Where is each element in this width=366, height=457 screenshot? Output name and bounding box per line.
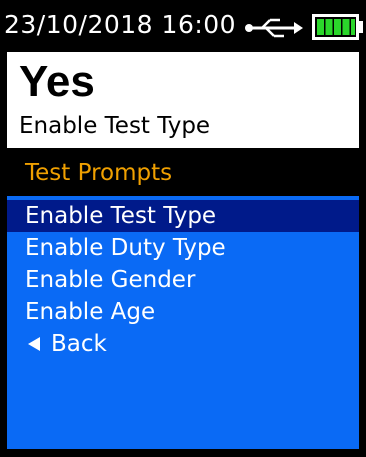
menu-item-label: Enable Test Type: [25, 203, 217, 229]
device-screen: 23/10/2018 16:00 Yes Enable Test Type Te…: [0, 0, 366, 457]
status-bar: 23/10/2018 16:00: [0, 0, 366, 52]
triangle-left-icon: [28, 337, 40, 351]
setting-name: Enable Test Type: [19, 113, 211, 139]
menu-item-enable-duty-type[interactable]: Enable Duty Type: [7, 232, 359, 264]
back-label: Back: [51, 331, 107, 357]
current-value-panel: Yes Enable Test Type: [7, 52, 359, 148]
battery-icon: [312, 14, 363, 40]
menu-item-enable-age[interactable]: Enable Age: [7, 296, 359, 328]
menu-item-enable-gender[interactable]: Enable Gender: [7, 264, 359, 296]
menu-header: Test Prompts: [7, 152, 359, 194]
usb-icon: [245, 18, 303, 38]
menu-list: Enable Test Type Enable Duty Type Enable…: [7, 196, 359, 449]
menu-item-label: Enable Gender: [25, 267, 196, 293]
menu-item-enable-test-type[interactable]: Enable Test Type: [7, 200, 359, 232]
menu-title: Test Prompts: [25, 160, 173, 186]
menu-item-label: Enable Age: [25, 299, 156, 325]
back-button[interactable]: Back: [7, 328, 359, 360]
menu-item-label: Enable Duty Type: [25, 235, 226, 261]
current-value: Yes: [19, 57, 95, 106]
datetime-display: 23/10/2018 16:00: [4, 10, 237, 39]
